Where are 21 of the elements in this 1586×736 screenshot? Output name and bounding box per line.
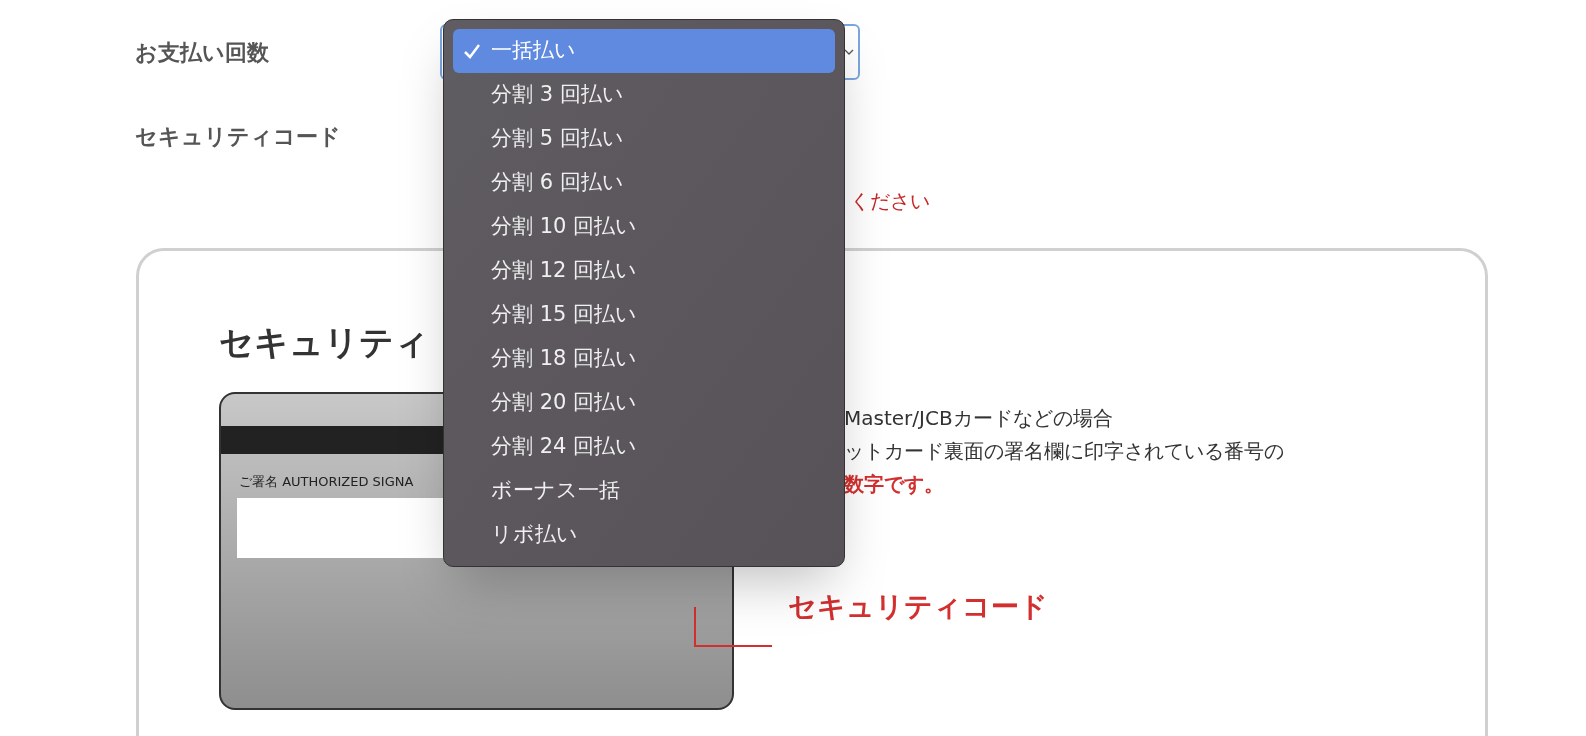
signature-label: ご署名 AUTHORIZED SIGNA — [239, 473, 414, 491]
dropdown-option[interactable]: 分割 6 回払い — [453, 161, 835, 205]
dropdown-option[interactable]: 分割 18 回払い — [453, 337, 835, 381]
field-label: セキュリティコード — [134, 122, 341, 151]
dropdown-option[interactable]: ボーナス一括 — [453, 469, 835, 513]
dropdown-option[interactable]: 分割 20 回払い — [453, 381, 835, 425]
dropdown-option[interactable]: 分割 12 回払い — [453, 249, 835, 293]
dropdown-option[interactable]: 分割 3 回払い — [453, 73, 835, 117]
dropdown-option[interactable]: 分割 5 回払い — [453, 117, 835, 161]
callout-label: セキュリティコード — [788, 589, 1048, 625]
guide-title: セキュリティ — [219, 321, 429, 364]
dropdown-option[interactable]: 分割 15 回払い — [453, 293, 835, 337]
guide-text: 数字です。 — [844, 471, 945, 498]
dropdown-option[interactable]: 分割 24 回払い — [453, 425, 835, 469]
guide-text: ットカード裏面の署名欄に印字されている番号の — [844, 438, 1284, 465]
error-message: ください — [850, 189, 930, 213]
dropdown-option[interactable]: 一括払い — [453, 29, 835, 73]
field-label: お支払い回数 — [134, 38, 270, 67]
dropdown-option[interactable]: リボ払い — [453, 513, 835, 557]
guide-text: Master/JCBカードなどの場合 — [844, 405, 1114, 432]
dropdown-option[interactable]: 分割 10 回払い — [453, 205, 835, 249]
